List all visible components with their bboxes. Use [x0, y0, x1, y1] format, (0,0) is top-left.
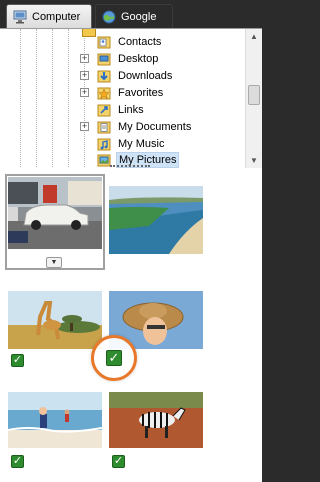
tree-item-label: My Documents — [118, 120, 192, 133]
tree-item-partial — [82, 29, 96, 38]
tree-guide-line — [20, 29, 21, 168]
contacts-folder-icon — [97, 36, 111, 48]
source-tabs: Computer Google — [0, 0, 262, 28]
tree-item-contacts[interactable]: Contacts — [97, 33, 163, 50]
documents-folder-icon — [97, 121, 111, 133]
tree-item-label: Desktop — [118, 52, 159, 65]
tree-item-downloads[interactable]: Downloads — [97, 67, 174, 84]
tree-item-label: My Music — [118, 137, 165, 150]
photo-thumbnail-cars[interactable] — [8, 177, 102, 249]
scroll-up-arrow-icon[interactable]: ▲ — [246, 29, 262, 45]
tree-item-my-music[interactable]: My Music — [97, 135, 166, 152]
downloads-folder-icon — [97, 70, 111, 82]
scroll-down-arrow-icon[interactable]: ▼ — [246, 153, 262, 168]
music-folder-icon — [97, 138, 111, 150]
expand-favorites-button[interactable]: + — [80, 88, 89, 97]
links-folder-icon — [97, 104, 111, 116]
expand-my-documents-button[interactable]: + — [80, 122, 89, 131]
tab-label: Google — [121, 10, 157, 23]
tree-item-label: Downloads — [118, 69, 173, 82]
expand-downloads-button[interactable]: + — [80, 71, 89, 80]
photo-thumbnail-zebra[interactable] — [109, 392, 203, 448]
tree-guide-line — [84, 29, 85, 168]
photo-checked-checkmark-icon[interactable]: ✓ — [112, 455, 125, 468]
tree-guide-line — [36, 29, 37, 168]
computer-icon — [13, 10, 27, 23]
photo-checked-checkmark-icon[interactable]: ✓ — [106, 350, 122, 366]
favorites-folder-icon — [97, 87, 111, 99]
pictures-folder-icon — [97, 154, 111, 166]
tree-scrollbar[interactable]: ▲ ▼ — [245, 29, 262, 168]
scroll-thumb[interactable] — [248, 85, 260, 105]
desktop-folder-icon — [97, 53, 111, 65]
folder-tree[interactable]: Contacts + Desktop + Downloads + Favorit… — [0, 28, 262, 168]
photo-options-chevron-down-icon[interactable]: ▼ — [46, 257, 62, 268]
tree-item-my-documents[interactable]: My Documents — [97, 118, 193, 135]
tree-item-links[interactable]: Links — [97, 101, 146, 118]
tab-label: Computer — [32, 10, 81, 23]
photo-checked-checkmark-icon[interactable]: ✓ — [11, 455, 24, 468]
tree-guide-line — [52, 29, 53, 168]
photo-checked-checkmark-icon[interactable]: ✓ — [11, 354, 24, 367]
tree-guide-line — [68, 29, 69, 168]
tree-item-favorites[interactable]: Favorites — [97, 84, 165, 101]
tree-item-desktop[interactable]: Desktop — [97, 50, 160, 67]
tree-item-label: Favorites — [118, 86, 164, 99]
tree-item-label: Contacts — [118, 35, 162, 48]
tab-google[interactable]: Google — [95, 4, 173, 28]
photo-thumbnail-coast[interactable] — [109, 186, 203, 254]
tree-item-label: Links — [118, 103, 144, 116]
expand-desktop-button[interactable]: + — [80, 54, 89, 63]
globe-icon — [102, 10, 116, 23]
photo-thumbnail-giraffe[interactable] — [8, 291, 102, 349]
photo-thumbnail-beach-child[interactable] — [8, 392, 102, 448]
tab-computer[interactable]: Computer — [6, 4, 92, 28]
